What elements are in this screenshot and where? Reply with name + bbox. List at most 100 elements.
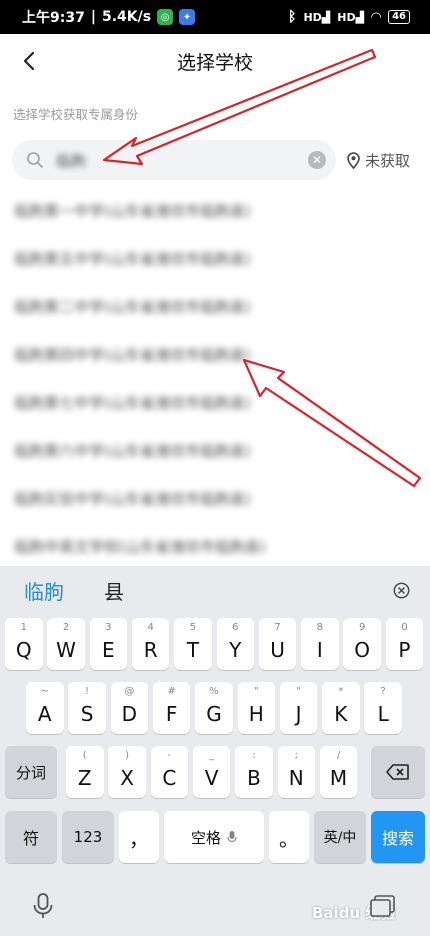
key-n[interactable]: ; N — [277, 746, 315, 798]
search-icon — [27, 152, 43, 168]
location-pin-icon — [347, 152, 360, 169]
key-char: W — [56, 638, 76, 662]
key-alt-char: ( — [82, 750, 87, 761]
key-alt-char: 7 — [274, 622, 281, 633]
key-alt-char: " — [296, 686, 301, 697]
key-char: V — [204, 766, 219, 790]
school-result-item[interactable]: 临朐中英文学校(山东省潍坊市临朐县) — [0, 522, 430, 570]
backspace-key[interactable] — [371, 746, 425, 798]
page-subtitle: 选择学校获取专属身份 — [13, 107, 139, 122]
search-query-text: 临朐 — [56, 151, 87, 170]
battery-indicator: 46 — [388, 10, 410, 24]
key-char: B — [247, 766, 261, 790]
key-x[interactable]: ) X — [108, 746, 146, 798]
key-i[interactable]: 8I — [301, 618, 339, 670]
fenci-key[interactable]: 分词 — [5, 746, 57, 798]
mic-small-icon — [227, 831, 237, 843]
key-g[interactable]: % G — [195, 682, 233, 734]
school-result-item[interactable]: 临朐第六中学(山东省潍坊市临朐县) — [0, 426, 430, 474]
key-z[interactable]: (Z — [66, 746, 104, 798]
key-alt-char: # — [167, 686, 176, 697]
school-search-input[interactable]: 临朐 ✕ — [12, 140, 336, 180]
key-j[interactable]: " J — [279, 682, 318, 734]
comma-key[interactable]: ， — [119, 811, 159, 863]
key-h[interactable]: " H — [237, 682, 275, 734]
microphone-icon[interactable] — [32, 892, 54, 920]
key-c[interactable]: -C — [150, 746, 189, 798]
school-result-list: 临朐第一中学(山东省潍坊市临朐县) 临朐第五中学(山东省潍坊市临朐县) 临朐第二… — [0, 186, 430, 570]
key-o[interactable]: 9O — [343, 618, 381, 670]
back-button[interactable] — [14, 46, 44, 76]
key-u[interactable]: 7U — [258, 618, 297, 670]
key-b[interactable]: :B — [235, 746, 273, 798]
key-char: Q — [15, 638, 32, 662]
key-a[interactable]: ~ A — [26, 682, 64, 734]
candidate-word[interactable]: 县 — [104, 576, 124, 605]
candidate-word[interactable]: 临朐 — [24, 576, 64, 605]
school-result-item[interactable]: 临朐第五中学(山东省潍坊市临朐县) — [0, 234, 430, 282]
location-button[interactable]: 未获取 — [347, 150, 410, 171]
keyboard-switch-icon[interactable] — [370, 894, 396, 918]
key-r[interactable]: 4R — [131, 618, 170, 670]
key-f[interactable]: # F — [152, 682, 191, 734]
key-v[interactable]: _ V — [192, 746, 231, 798]
symbol-key[interactable]: 符 — [5, 811, 57, 863]
key-alt-char: : — [252, 750, 256, 761]
key-alt-char: 3 — [105, 622, 112, 633]
key-char: D — [121, 702, 138, 726]
key-w[interactable]: 2W — [47, 618, 85, 670]
key-char: F — [165, 702, 178, 726]
school-name: 临朐第七中学(山东省潍坊市临朐县) — [14, 393, 251, 412]
key-alt-char: 0 — [401, 622, 408, 633]
key-d[interactable]: @ D — [110, 682, 149, 734]
key-char: S — [80, 702, 94, 726]
school-result-item[interactable]: 临朐实验中学(山东省潍坊市临朐县) — [0, 474, 430, 522]
key-char: N — [288, 766, 304, 790]
school-name: 临朐第五中学(山东省潍坊市临朐县) — [14, 249, 251, 268]
space-key[interactable]: 空格 — [164, 811, 264, 863]
key-alt-char: ! — [85, 686, 90, 697]
key-q[interactable]: 1Q — [5, 618, 43, 670]
location-status: 未获取 — [365, 152, 411, 170]
key-alt-char: " — [253, 686, 259, 697]
key-alt-char: - — [167, 750, 172, 761]
school-result-item[interactable]: 临朐第一中学(山东省潍坊市临朐县) — [0, 186, 430, 234]
period-key[interactable]: 。 — [269, 811, 309, 863]
network-speed: 5.4K/s — [101, 9, 152, 25]
key-m[interactable]: / M — [319, 746, 358, 798]
key-e[interactable]: 3E — [89, 618, 128, 670]
school-result-item[interactable]: 临朐第七中学(山东省潍坊市临朐县) — [0, 378, 430, 426]
key-char: C — [162, 766, 177, 790]
top-bar: 选择学校 — [0, 34, 430, 88]
key-char: O — [354, 638, 371, 662]
number-key[interactable]: 123 — [62, 811, 114, 863]
app-notification-icon: ✦ — [179, 9, 196, 25]
school-result-item[interactable]: 临朐第四中学(山东省潍坊市临朐县) — [0, 330, 430, 378]
key-s[interactable]: ! S — [68, 682, 106, 734]
status-time: 上午9:37 — [22, 10, 85, 26]
key-l[interactable]: ? L — [364, 682, 402, 734]
chevron-left-icon — [23, 51, 35, 71]
key-k[interactable]: * K — [322, 682, 360, 734]
key-alt-char: ? — [380, 686, 386, 697]
clear-search-button[interactable]: ✕ — [308, 151, 326, 169]
close-candidates-icon[interactable] — [393, 582, 410, 599]
key-y[interactable]: 6Y — [216, 618, 254, 670]
school-result-item[interactable]: 临朐第二中学(山东省潍坊市临朐县) — [0, 282, 430, 330]
page-title: 选择学校 — [176, 51, 253, 74]
key-t[interactable]: 5T — [174, 618, 212, 670]
search-key[interactable]: 搜索 — [371, 811, 425, 863]
key-char: I — [316, 638, 323, 662]
key-alt-char: % — [209, 686, 219, 697]
school-name: 临朐第二中学(山东省潍坊市临朐县) — [14, 297, 251, 316]
key-char: P — [398, 638, 411, 662]
school-name: 临朐第一中学(山东省潍坊市临朐县) — [14, 201, 251, 220]
school-name: 临朐第六中学(山东省潍坊市临朐县) — [14, 441, 251, 460]
keyboard-bottom-bar: Baidu 经验 — [0, 878, 430, 936]
key-char: A — [37, 702, 52, 726]
key-char: L — [377, 702, 389, 726]
key-alt-char: 1 — [20, 622, 27, 633]
key-p[interactable]: 0P — [385, 618, 424, 670]
language-switch-key[interactable]: 英/中 — [314, 811, 366, 863]
signal-icon-1: HD▟ — [303, 10, 331, 24]
